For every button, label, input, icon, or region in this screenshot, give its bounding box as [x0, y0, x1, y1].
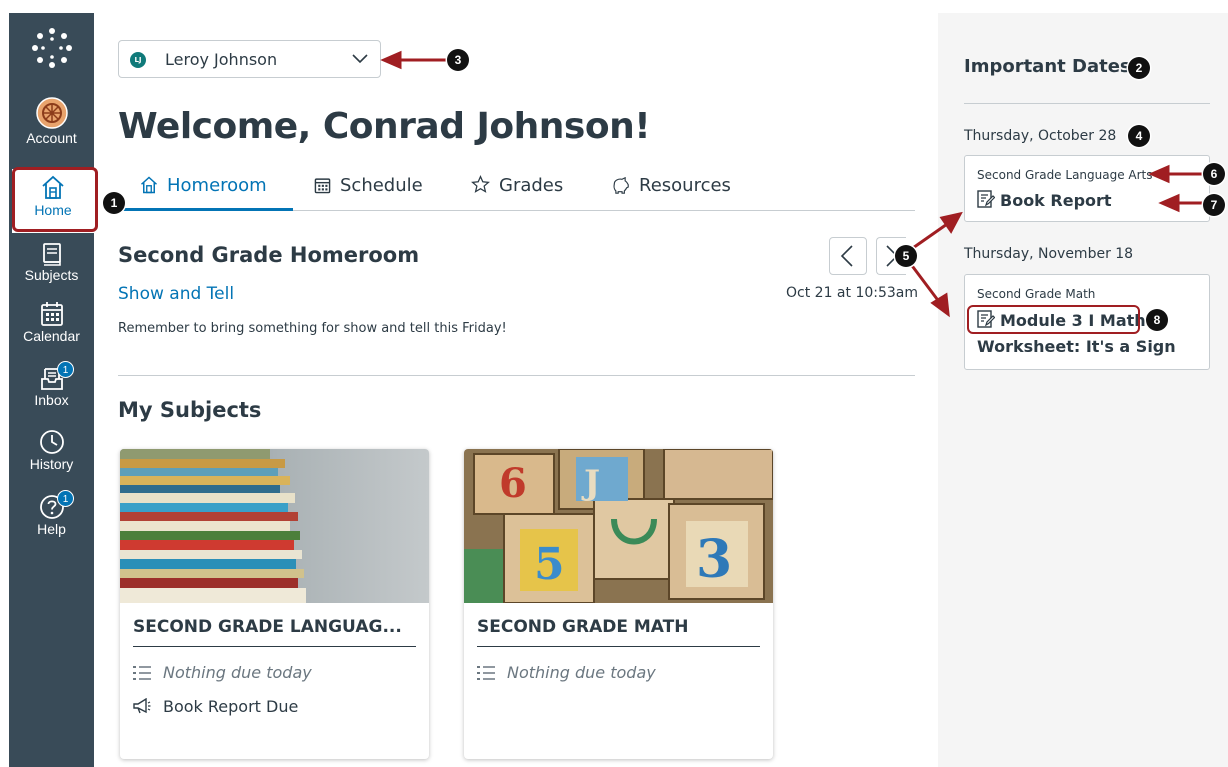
callout-7: 7 [1203, 194, 1225, 216]
callout-4: 4 [1128, 125, 1150, 147]
callout-8: 8 [1146, 309, 1168, 331]
callout-5: 5 [895, 245, 917, 267]
callout-3: 3 [447, 49, 469, 71]
callout-1: 1 [103, 192, 125, 214]
annotation-arrows [380, 50, 1202, 318]
callout-2: 2 [1128, 57, 1150, 79]
callout-6: 6 [1203, 163, 1225, 185]
